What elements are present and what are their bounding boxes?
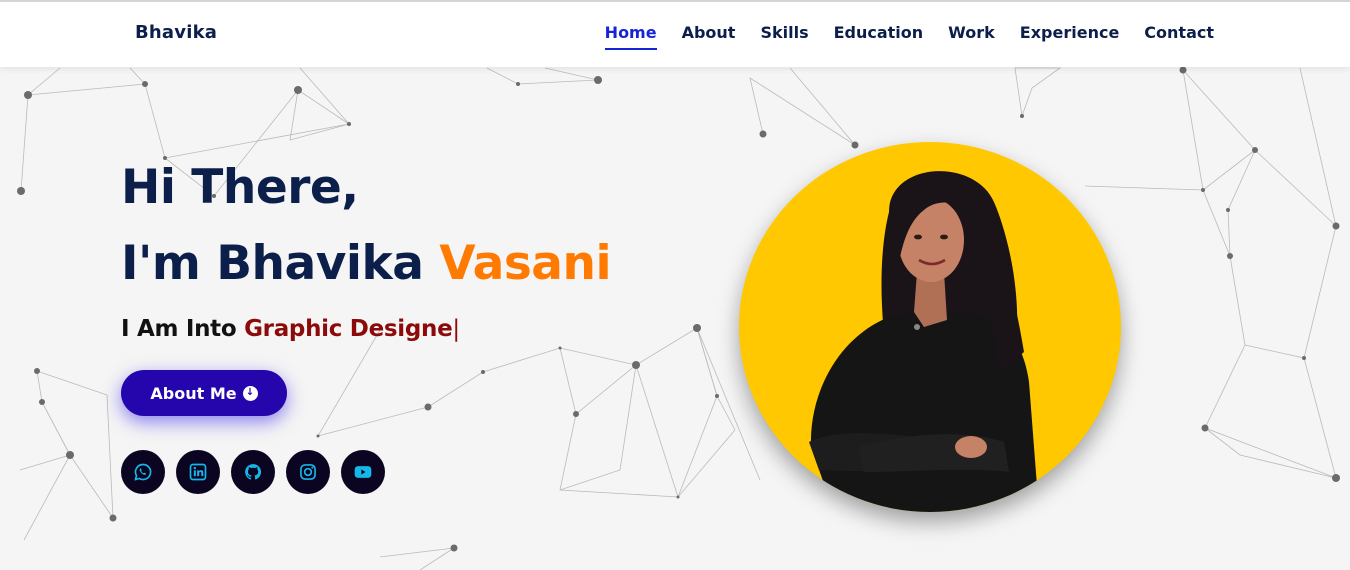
about-me-label: About Me	[150, 383, 237, 403]
nav-link-about[interactable]: About	[682, 23, 736, 50]
youtube-icon	[354, 466, 372, 478]
main-nav: Home About Skills Education Work Experie…	[604, 23, 1214, 50]
nav-link-experience[interactable]: Experience	[1020, 23, 1120, 50]
brand-logo-text[interactable]: Bhavika	[135, 22, 217, 43]
whatsapp-link[interactable]	[121, 450, 165, 494]
hero-surname: Vasani	[439, 236, 612, 291]
profile-photo	[739, 142, 1121, 512]
typing-caret: |	[452, 316, 460, 342]
instagram-icon	[300, 464, 316, 480]
nav-link-home[interactable]: Home	[604, 23, 657, 50]
hero-greeting: Hi There,	[121, 160, 359, 215]
linkedin-icon	[189, 463, 207, 481]
navbar: Bhavika Home About Skills Education Work…	[0, 2, 1350, 67]
linkedin-link[interactable]	[176, 450, 220, 494]
profile-illustration	[809, 171, 1039, 512]
github-link[interactable]	[231, 450, 275, 494]
youtube-link[interactable]	[341, 450, 385, 494]
github-icon	[245, 464, 262, 480]
nav-link-work[interactable]: Work	[948, 23, 995, 50]
nav-link-contact[interactable]: Contact	[1144, 23, 1214, 50]
hero-name-line: I'm Bhavika Vasani	[121, 240, 612, 287]
hero-intro: I'm Bhavika	[121, 236, 440, 291]
typed-role: Graphic Designe	[244, 316, 453, 342]
arrow-down-circle-icon: ↓	[242, 385, 258, 401]
nav-link-education[interactable]: Education	[834, 23, 924, 50]
typed-prefix: I Am Into	[121, 316, 245, 342]
whatsapp-icon	[134, 463, 152, 481]
social-links	[121, 450, 396, 494]
instagram-link[interactable]	[286, 450, 330, 494]
about-me-button[interactable]: About Me ↓	[121, 370, 287, 416]
hero-section: Hi There, I'm Bhavika Vasani I Am Into G…	[0, 0, 1350, 570]
nav-link-skills[interactable]: Skills	[760, 23, 808, 50]
typed-role-line: I Am Into Graphic Designe|	[121, 316, 460, 342]
